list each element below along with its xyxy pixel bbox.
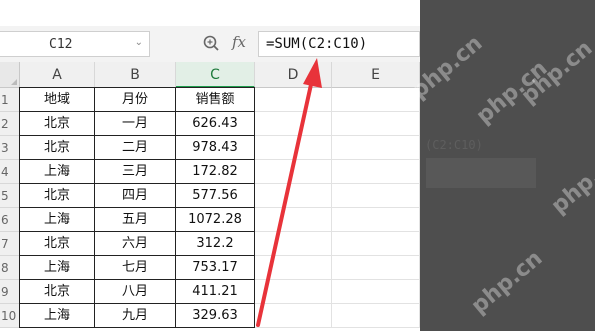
spreadsheet-grid[interactable]: A B C D E 1 2 3 4 5 6 7 8 9 10 地域 月份 销售额 北京 一月 626.43 北京 二月 978…	[0, 62, 420, 331]
empty-cell[interactable]	[255, 232, 332, 256]
empty-cell[interactable]	[255, 112, 332, 136]
empty-cell[interactable]	[332, 160, 420, 184]
table-cell[interactable]: 577.56	[175, 183, 255, 208]
empty-cell[interactable]	[255, 136, 332, 160]
table-header-cell[interactable]: 月份	[94, 87, 176, 112]
name-box[interactable]: C12 ⌄	[0, 31, 150, 57]
spreadsheet-app: C12 ⌄ fx =SUM(C2:C10) A B C D E 1 2 3 4 5 6 7 8 9 10 地域…	[0, 0, 595, 331]
table-cell[interactable]: 一月	[94, 111, 176, 136]
table-cell[interactable]: 五月	[94, 207, 176, 232]
table-cell[interactable]: 411.21	[175, 279, 255, 304]
table-cell[interactable]: 九月	[94, 303, 176, 328]
column-header-a[interactable]: A	[20, 62, 95, 88]
table-cell[interactable]: 北京	[19, 183, 95, 208]
row-header[interactable]: 1	[0, 88, 20, 112]
empty-cell[interactable]	[332, 208, 420, 232]
column-header-b[interactable]: B	[95, 62, 176, 88]
empty-cell[interactable]	[332, 256, 420, 280]
table-cell[interactable]: 北京	[19, 279, 95, 304]
table-header-cell[interactable]: 地域	[19, 87, 95, 112]
table-cell[interactable]: 四月	[94, 183, 176, 208]
overlay-ghost-text: (C2:C10)	[425, 138, 483, 152]
fx-insert-function-icon[interactable]: fx	[232, 33, 246, 51]
row-header[interactable]: 9	[0, 280, 20, 304]
magnifier-zoom-icon[interactable]	[202, 34, 220, 52]
row-header[interactable]: 6	[0, 208, 20, 232]
select-all-corner[interactable]	[0, 62, 20, 88]
overlay-ghost-box	[426, 158, 536, 188]
empty-cell[interactable]	[255, 160, 332, 184]
empty-cell[interactable]	[255, 208, 332, 232]
row-header[interactable]: 7	[0, 232, 20, 256]
table-cell[interactable]: 北京	[19, 135, 95, 160]
table-cell[interactable]: 上海	[19, 303, 95, 328]
empty-cell[interactable]	[332, 304, 420, 328]
row-header[interactable]: 8	[0, 256, 20, 280]
formula-text: =SUM(C2:C10)	[266, 36, 368, 52]
table-cell[interactable]: 八月	[94, 279, 176, 304]
table-cell[interactable]: 978.43	[175, 135, 255, 160]
table-cell[interactable]: 三月	[94, 159, 176, 184]
table-cell[interactable]: 二月	[94, 135, 176, 160]
row-header[interactable]: 2	[0, 112, 20, 136]
empty-cell[interactable]	[332, 88, 420, 112]
column-header-c[interactable]: C	[176, 62, 255, 88]
empty-cell[interactable]	[255, 256, 332, 280]
table-cell[interactable]: 329.63	[175, 303, 255, 328]
table-cell[interactable]: 六月	[94, 231, 176, 256]
empty-cell[interactable]	[332, 112, 420, 136]
table-cell[interactable]: 753.17	[175, 255, 255, 280]
row-header[interactable]: 10	[0, 304, 20, 328]
column-header-d[interactable]: D	[255, 62, 332, 88]
table-cell[interactable]: 七月	[94, 255, 176, 280]
row-header[interactable]: 4	[0, 160, 20, 184]
empty-cell[interactable]	[332, 184, 420, 208]
table-cell[interactable]: 上海	[19, 255, 95, 280]
table-cell[interactable]: 北京	[19, 111, 95, 136]
empty-cell[interactable]	[255, 184, 332, 208]
table-cell[interactable]: 上海	[19, 207, 95, 232]
table-cell[interactable]: 上海	[19, 159, 95, 184]
table-cell[interactable]: 北京	[19, 231, 95, 256]
table-cell[interactable]: 626.43	[175, 111, 255, 136]
empty-cell[interactable]	[255, 88, 332, 112]
empty-cell[interactable]	[255, 304, 332, 328]
empty-cell[interactable]	[255, 280, 332, 304]
table-cell[interactable]: 1072.28	[175, 207, 255, 232]
row-header[interactable]: 5	[0, 184, 20, 208]
empty-cell[interactable]	[332, 136, 420, 160]
table-cell[interactable]: 172.82	[175, 159, 255, 184]
row-header[interactable]: 3	[0, 136, 20, 160]
empty-cell[interactable]	[332, 232, 420, 256]
name-box-value: C12	[49, 37, 73, 52]
chevron-down-icon[interactable]: ⌄	[135, 37, 143, 48]
formula-bar-input[interactable]: =SUM(C2:C10)	[258, 31, 420, 57]
table-cell[interactable]: 312.2	[175, 231, 255, 256]
top-blank-area	[0, 0, 420, 26]
empty-cell[interactable]	[332, 280, 420, 304]
formula-toolbar: C12 ⌄ fx =SUM(C2:C10)	[0, 26, 420, 63]
table-header-cell[interactable]: 销售额	[175, 87, 255, 112]
